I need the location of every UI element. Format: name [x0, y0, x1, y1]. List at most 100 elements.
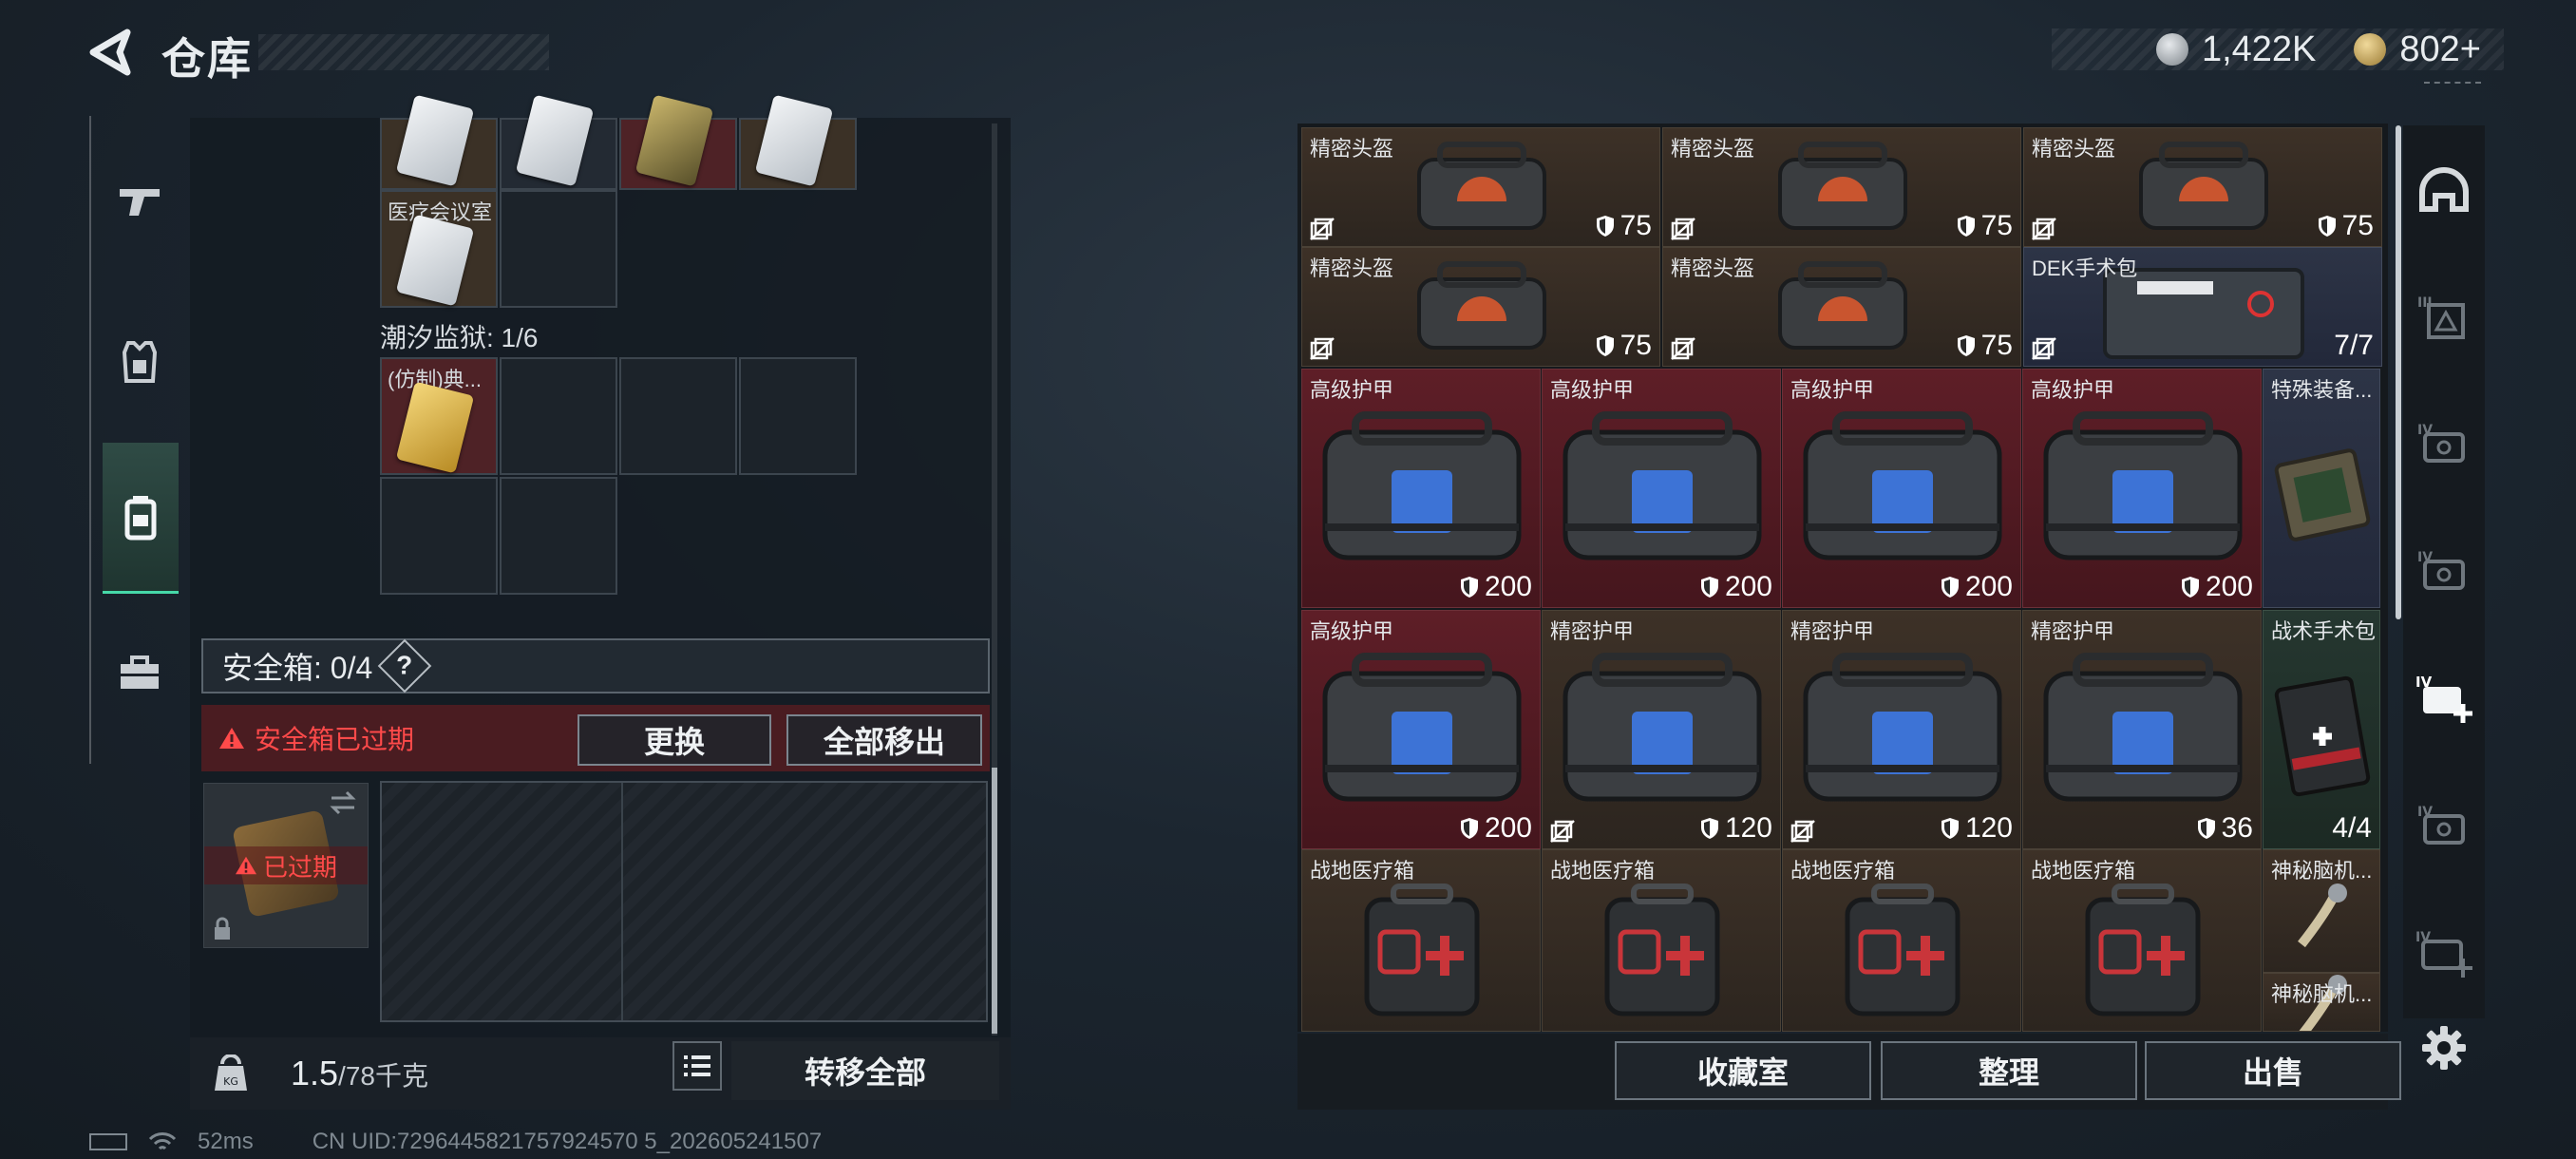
storage-scrollbar-thumb[interactable] — [992, 768, 997, 1034]
inventory-item[interactable]: 特殊装备... — [2263, 369, 2380, 608]
keycard-slot[interactable]: (仿制)典... — [380, 357, 498, 475]
battery-icon — [89, 1133, 127, 1150]
inventory-item[interactable]: 高级护甲 200 — [1301, 369, 1541, 608]
item-durability: 200 — [1460, 812, 1532, 845]
inventory-item[interactable]: DEK手术包 7/7 — [2023, 247, 2382, 367]
list-view-button[interactable] — [672, 1041, 722, 1091]
replace-button[interactable]: 更换 — [578, 714, 771, 766]
storage-slot[interactable] — [500, 94, 617, 190]
sidebar-item-armor-iii[interactable]: III — [2413, 287, 2475, 350]
storage-slot[interactable] — [739, 94, 857, 190]
back-button[interactable] — [85, 27, 139, 78]
inventory-item[interactable]: 战地医疗箱 — [1301, 849, 1541, 1032]
helmet-tab-icon — [2419, 167, 2469, 212]
tab-tools[interactable] — [103, 636, 177, 711]
gold-amount[interactable]: 802+ — [2399, 29, 2481, 70]
inventory-item[interactable]: 战地医疗箱 — [1542, 849, 1781, 1032]
item-name: 高级护甲 — [1790, 378, 1875, 402]
durability-value: 75 — [1619, 330, 1652, 361]
inventory-item[interactable]: 精密头盔 75 — [2023, 127, 2382, 247]
durability-value: 75 — [1619, 210, 1652, 241]
expired-warning-text: 安全箱已过期 — [255, 725, 415, 754]
item-durability: 200 — [2181, 571, 2253, 603]
inventory-item[interactable]: 神秘脑机... — [2263, 849, 2380, 973]
empty-slot[interactable] — [380, 477, 498, 595]
storage-slot[interactable] — [619, 94, 737, 190]
organize-button[interactable]: 整理 — [1881, 1041, 2137, 1100]
empty-slot[interactable] — [500, 357, 617, 475]
inventory-item[interactable]: 高级护甲 200 — [1301, 610, 1541, 849]
item-durability: 36 — [2197, 812, 2253, 845]
inventory-item[interactable]: 精密护甲 120 — [1782, 610, 2021, 849]
bag-iv-tab-icon: IV — [2417, 805, 2465, 845]
empty-slot[interactable] — [500, 477, 617, 595]
no-trade-icon — [1671, 337, 1695, 360]
inventory-item[interactable]: 精密头盔 75 — [1662, 247, 2021, 367]
item-name: 战地医疗箱 — [1790, 859, 1896, 883]
item-durability: 200 — [1941, 571, 2013, 603]
list-icon — [684, 1055, 710, 1076]
durability-shield-icon — [1460, 577, 1478, 598]
gun-icon — [120, 189, 160, 216]
inventory-scrollbar[interactable] — [2396, 125, 2401, 619]
bag-iv-add-icon: IV — [2415, 674, 2472, 723]
tab-armor[interactable] — [103, 325, 177, 399]
inventory-item[interactable]: 战术手术包 4/4 — [2263, 610, 2380, 849]
inventory-item[interactable]: 战地医疗箱 — [2022, 849, 2262, 1032]
durability-shield-icon — [1941, 577, 1959, 598]
swap-icon — [330, 790, 356, 815]
inventory-item[interactable]: 精密头盔 75 — [1301, 247, 1660, 367]
storage-slot[interactable] — [380, 94, 498, 190]
inventory-item[interactable]: 高级护甲 200 — [1542, 369, 1781, 608]
weight-readout: 1.5/78千克 — [291, 1054, 428, 1092]
currency-bar: 1,422K 802+ — [2052, 28, 2504, 70]
page-title: 仓库 — [161, 34, 253, 84]
inventory-item[interactable]: 高级护甲 200 — [1782, 369, 2021, 608]
inventory-item[interactable]: 战地医疗箱 — [1782, 849, 2021, 1032]
settings-gear-icon — [2422, 1026, 2466, 1070]
sidebar-item-bag-iv[interactable]: IV — [2413, 796, 2475, 859]
collection-room-button[interactable]: 收藏室 — [1615, 1041, 1871, 1100]
inventory-item[interactable]: 精密头盔 75 — [1301, 127, 1660, 247]
empty-slot[interactable] — [739, 357, 857, 475]
item-name: 精密头盔 — [1310, 256, 1394, 280]
sidebar-item-bag-iv[interactable]: IV — [2413, 414, 2475, 477]
sell-button[interactable]: 出售 — [2145, 1041, 2401, 1100]
sidebar-item-bag-iv[interactable]: IV — [2413, 542, 2475, 604]
inventory-item[interactable]: 精密护甲 36 — [2022, 610, 2262, 849]
no-trade-icon — [1790, 820, 1815, 843]
help-button[interactable]: ? — [377, 638, 432, 694]
transfer-all-button[interactable]: 转移全部 — [731, 1041, 999, 1100]
item-count: 4/4 — [2332, 812, 2372, 845]
safebox-grid[interactable] — [380, 781, 988, 1022]
settings-button[interactable] — [2413, 1016, 2475, 1079]
no-trade-icon — [1310, 218, 1335, 240]
empty-slot[interactable] — [500, 190, 617, 308]
item-count: 7/7 — [2334, 330, 2374, 362]
inventory-item[interactable]: 精密头盔 75 — [1662, 127, 2021, 247]
backpack-icon — [124, 496, 157, 541]
inventory-item[interactable]: 高级护甲 200 — [2022, 369, 2262, 608]
safebox-header: 安全箱: 0/4 ? — [201, 638, 990, 694]
sidebar-item-helmet[interactable] — [2413, 160, 2475, 222]
durability-shield-icon — [2197, 818, 2215, 839]
item-durability: 75 — [1957, 210, 2013, 242]
item-name: 高级护甲 — [2031, 378, 2115, 402]
tab-backpack[interactable] — [103, 443, 179, 594]
item-name: 战术手术包 — [2271, 619, 2377, 643]
inventory-item[interactable]: 神秘脑机... — [2263, 973, 2380, 1032]
item-name: 战地医疗箱 — [2031, 859, 2136, 883]
move-all-out-button[interactable]: 全部移出 — [786, 714, 982, 766]
empty-slot[interactable] — [619, 357, 737, 475]
item-durability: 75 — [1596, 210, 1652, 242]
item-name: 精密护甲 — [1790, 619, 1875, 643]
item-durability: 120 — [1941, 812, 2013, 845]
sidebar-item-bag-iv-add[interactable]: IV — [2413, 669, 2475, 732]
safebox-item[interactable]: 已过期 — [203, 783, 369, 948]
sidebar-item-bag-iv-add[interactable]: IV — [2413, 923, 2475, 986]
keycard-slot[interactable]: 医疗会议室 — [380, 190, 498, 308]
tab-weapons[interactable] — [103, 163, 177, 238]
inventory-item[interactable]: 精密护甲 120 — [1542, 610, 1781, 849]
no-trade-icon — [1671, 218, 1695, 240]
toolbox-icon — [121, 656, 159, 689]
